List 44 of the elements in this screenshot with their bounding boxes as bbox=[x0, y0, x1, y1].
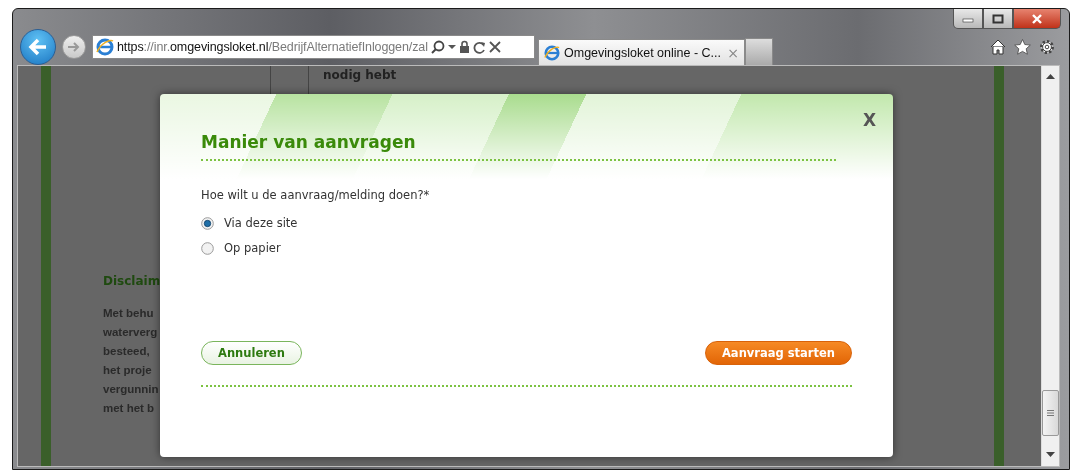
arrow-right-icon bbox=[67, 41, 81, 53]
browser-logo-icon bbox=[544, 44, 560, 61]
tab-title: Omgevingsloket online - C... bbox=[564, 45, 722, 60]
page-text: het proje bbox=[103, 363, 152, 378]
address-field[interactable]: https://inr.omgevingsloket.nl/BedrijfAlternatiefInloggen/zal bbox=[92, 35, 535, 59]
star-icon[interactable] bbox=[1014, 39, 1031, 55]
refresh-icon[interactable] bbox=[472, 40, 486, 54]
scroll-down-icon[interactable] bbox=[1046, 452, 1055, 458]
new-tab-button[interactable] bbox=[745, 38, 773, 65]
scrollbar[interactable] bbox=[1041, 66, 1059, 466]
radio-button[interactable] bbox=[201, 241, 214, 255]
stop-icon[interactable] bbox=[488, 41, 501, 53]
section-heading: Disclaim bbox=[103, 274, 161, 288]
close-button[interactable]: X bbox=[862, 110, 876, 130]
page-text: besteed, bbox=[103, 344, 151, 359]
lock-icon[interactable] bbox=[458, 40, 470, 54]
forward-button[interactable] bbox=[62, 35, 86, 59]
settings-icon[interactable] bbox=[1039, 39, 1055, 55]
radio-label[interactable]: Via deze site bbox=[224, 216, 298, 230]
radio-label[interactable]: Op papier bbox=[224, 241, 281, 255]
page-text: vergunnin bbox=[103, 382, 159, 397]
close-icon bbox=[1031, 13, 1043, 24]
scrollbar-thumb[interactable] bbox=[1042, 390, 1059, 436]
back-button[interactable] bbox=[20, 29, 56, 65]
maximize-icon bbox=[992, 13, 1004, 24]
browser-logo-icon bbox=[96, 38, 114, 56]
browser-tab[interactable]: Omgevingsloket online - C... × bbox=[538, 39, 745, 65]
page-text: waterverg bbox=[103, 325, 158, 340]
search-icon[interactable] bbox=[430, 40, 445, 54]
scroll-up-icon[interactable] bbox=[1046, 74, 1055, 80]
radio-button[interactable] bbox=[201, 216, 214, 230]
page-text: Met behu bbox=[103, 306, 154, 321]
page-text: met het b bbox=[103, 401, 155, 416]
home-icon[interactable] bbox=[990, 39, 1006, 55]
page-text: nodig hebt bbox=[322, 67, 398, 84]
close-button[interactable] bbox=[1013, 9, 1061, 29]
cancel-button[interactable]: Annuleren bbox=[201, 341, 302, 365]
dropdown-caret-icon[interactable] bbox=[447, 44, 456, 50]
maximize-button[interactable] bbox=[983, 9, 1013, 29]
arrow-left-icon bbox=[28, 38, 48, 56]
question-label: Hoe wilt u de aanvraag/melding doen?* bbox=[201, 188, 431, 202]
minimize-button[interactable] bbox=[953, 9, 983, 29]
grip-icon bbox=[1047, 410, 1054, 416]
dialog-title: Manier van aanvragen bbox=[201, 132, 417, 152]
